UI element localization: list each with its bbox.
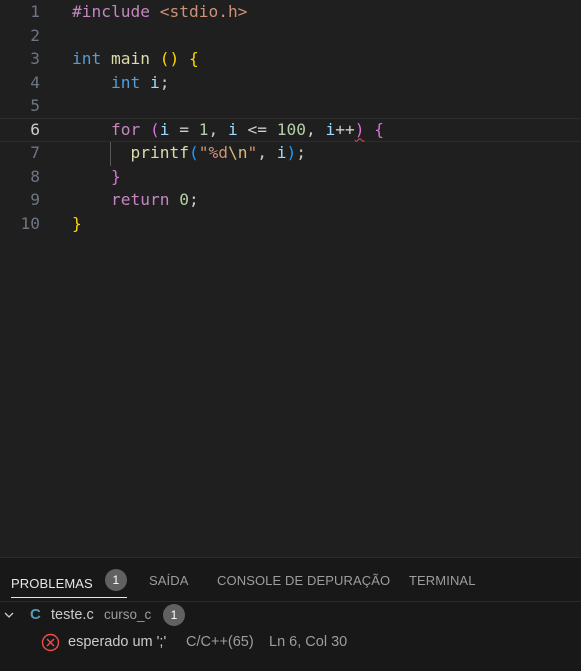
code-token: }: [72, 213, 82, 233]
code-line[interactable]: 8 }: [0, 165, 581, 189]
code-token: <=: [237, 119, 277, 139]
code-token: ;: [296, 143, 306, 162]
problem-location: Ln 6, Col 30: [269, 634, 348, 650]
code-token: ": [247, 143, 258, 162]
code-line[interactable]: 10}: [0, 212, 581, 236]
code-token: ): [354, 119, 365, 139]
code-token: return: [110, 190, 170, 209]
code-line[interactable]: 9 return 0;: [0, 188, 581, 212]
code-token: (: [149, 119, 160, 139]
line-number: 5: [30, 96, 40, 115]
code-token: ++: [335, 119, 355, 139]
problem-item[interactable]: esperado um ';' C/C++(65) Ln 6, Col 30: [0, 629, 581, 655]
tab-problems-label: PROBLEMAS: [11, 576, 93, 591]
code-token: ,: [305, 119, 326, 139]
code-line[interactable]: 7 printf("%d\n", i);: [0, 141, 581, 165]
code-text: int i;: [72, 71, 170, 95]
code-token: (: [188, 143, 199, 162]
code-text: #include <stdio.h>: [72, 0, 247, 24]
code-token: ): [286, 143, 297, 162]
bottom-panel: PROBLEMAS 1 SAÍDA CONSOLE DE DEPURAÇÃO TE…: [0, 557, 581, 671]
problem-source: C/C++(65): [186, 634, 254, 650]
code-text: }: [72, 212, 82, 236]
code-line[interactable]: 3 int main () {: [0, 47, 581, 71]
tab-terminal-label: TERMINAL: [409, 573, 476, 588]
code-text: for (i = 1, i <= 100, i++) {: [72, 119, 384, 141]
problems-count-badge: 1: [104, 569, 127, 591]
panel-tabs: PROBLEMAS 1 SAÍDA CONSOLE DE DEPURAÇÃO TE…: [0, 558, 581, 602]
code-token: 0: [179, 190, 189, 209]
code-token: 100: [276, 119, 306, 139]
code-token: ;: [188, 190, 199, 209]
code-token: printf: [130, 143, 189, 162]
code-token: int: [72, 49, 102, 68]
tab-problems[interactable]: PROBLEMAS 1: [11, 569, 127, 598]
problems-file-row[interactable]: C teste.c curso_c 1: [0, 602, 581, 628]
code-line[interactable]: 5: [0, 94, 581, 118]
code-line[interactable]: 4 int i;: [0, 71, 581, 95]
tab-debug-console-label: CONSOLE DE DEPURAÇÃO: [217, 573, 391, 588]
code-token: <stdio.h>: [159, 2, 248, 21]
line-number: 8: [30, 166, 40, 186]
code-token: main: [111, 49, 150, 68]
code-token: \n: [227, 143, 248, 162]
code-token: i: [325, 119, 336, 139]
code-editor[interactable]: 1 #include <stdio.h> 2 3 int main () {4 int …: [0, 0, 581, 557]
tab-output-label: SAÍDA: [149, 573, 189, 588]
code-line[interactable]: 1 #include <stdio.h>: [0, 0, 581, 24]
tab-output[interactable]: SAÍDA: [149, 572, 189, 598]
code-text: printf("%d\n", i);: [72, 141, 306, 165]
problem-message: esperado um ';': [68, 634, 167, 650]
code-token: i: [276, 143, 287, 162]
file-problem-count-badge: 1: [163, 604, 185, 626]
code-token: (): [159, 49, 180, 68]
code-token: }: [110, 166, 121, 186]
line-number: 4: [30, 72, 40, 92]
code-token: =: [169, 119, 199, 139]
folder-name: curso_c: [104, 607, 152, 622]
line-number: 7: [30, 143, 40, 162]
code-token: ;: [159, 72, 170, 92]
code-token: for: [110, 119, 141, 139]
line-number: 6: [30, 119, 40, 139]
code-text: }: [72, 165, 121, 189]
file-name: teste.c: [51, 607, 94, 623]
error-icon: [41, 633, 60, 652]
code-token: "%d: [198, 143, 228, 162]
code-token: ,: [257, 143, 277, 162]
code-token: i: [149, 72, 160, 92]
code-token: int: [110, 72, 141, 92]
code-token: ,: [208, 119, 228, 139]
line-number: 1: [30, 2, 40, 21]
tab-debug-console[interactable]: CONSOLE DE DEPURAÇÃO: [217, 572, 390, 598]
code-token: #include: [72, 2, 160, 21]
code-token: {: [188, 49, 199, 68]
code-line[interactable]: 6 for (i = 1, i <= 100, i++) {: [0, 117, 581, 142]
line-number: 9: [30, 190, 40, 209]
line-number: 2: [30, 25, 40, 45]
code-token: i: [227, 119, 238, 139]
code-text: int main () {: [72, 47, 199, 71]
c-file-icon: C: [30, 606, 41, 623]
tab-terminal[interactable]: TERMINAL: [409, 572, 476, 598]
line-number: 3: [30, 49, 40, 68]
chevron-down-icon[interactable]: [4, 610, 14, 620]
code-text: return 0;: [72, 188, 199, 212]
indent-guide: [110, 142, 111, 166]
line-number: 10: [20, 213, 41, 233]
code-token: {: [374, 119, 384, 139]
code-line[interactable]: 2: [0, 24, 581, 48]
